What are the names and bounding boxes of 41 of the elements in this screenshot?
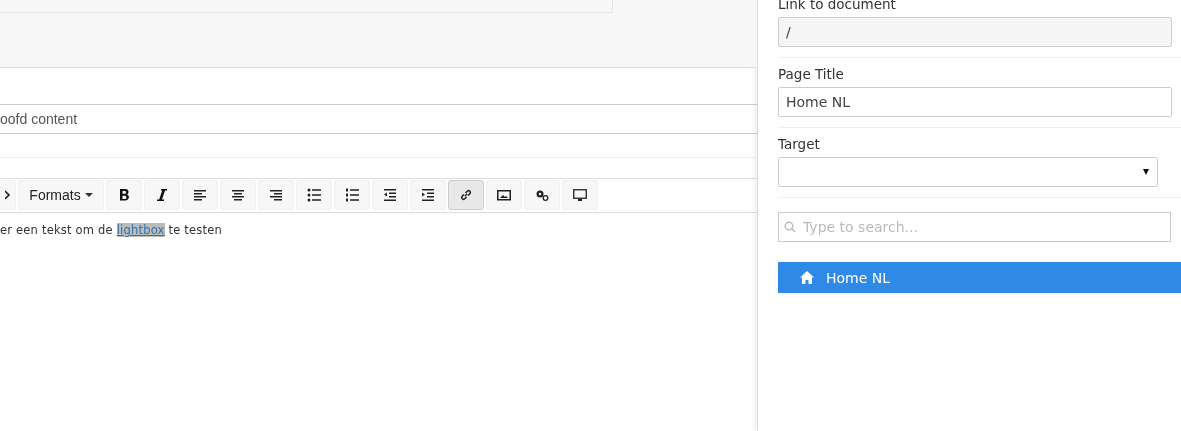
- code-button[interactable]: [0, 180, 16, 210]
- outdent-icon: [383, 188, 397, 202]
- numbers-button[interactable]: [334, 180, 370, 210]
- caret-icon: [84, 193, 93, 197]
- italic-button[interactable]: [144, 180, 180, 210]
- field-label: Page Title: [778, 66, 845, 82]
- title-field[interactable]: oofd content: [0, 104, 757, 134]
- align-right-button[interactable]: [258, 180, 294, 210]
- formats-button[interactable]: Formats: [18, 180, 104, 210]
- field-label: Target: [778, 136, 821, 152]
- gears-icon: [535, 188, 549, 202]
- link-icon: [459, 188, 473, 202]
- numbers-icon: [345, 188, 359, 202]
- align-right-icon: [269, 188, 283, 202]
- dropdown-icon: [1143, 169, 1149, 175]
- image-icon: [497, 188, 511, 202]
- align-left-icon: [193, 188, 207, 202]
- align-center-button[interactable]: [220, 180, 256, 210]
- italic-icon: [157, 189, 167, 201]
- home-icon: [800, 271, 814, 284]
- monitor-button[interactable]: [562, 180, 598, 210]
- page-title-field[interactable]: Home NL: [778, 87, 1172, 117]
- gears-button[interactable]: [524, 180, 560, 210]
- image-button[interactable]: [486, 180, 522, 210]
- search-icon: [784, 221, 796, 233]
- chevron-icon: [5, 190, 11, 200]
- indent-button[interactable]: [410, 180, 446, 210]
- bold-icon: [119, 189, 129, 201]
- editor-text: er een tekst om de lightbox te testen: [0, 222, 223, 237]
- align-center-icon: [231, 188, 245, 202]
- tree-item[interactable]: Home NL: [778, 262, 1181, 293]
- bullets-button[interactable]: [296, 180, 332, 210]
- link-field[interactable]: /: [778, 17, 1172, 47]
- align-left-button[interactable]: [182, 180, 218, 210]
- indent-icon: [421, 188, 435, 202]
- monitor-icon: [573, 188, 587, 202]
- outdent-button[interactable]: [372, 180, 408, 210]
- bullets-icon: [307, 188, 321, 202]
- link-button[interactable]: [448, 180, 484, 210]
- bold-button[interactable]: [106, 180, 142, 210]
- search-field[interactable]: Type to search...: [778, 212, 1171, 242]
